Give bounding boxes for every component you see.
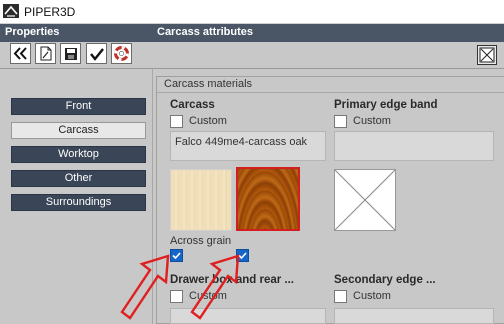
secondary-edge-custom-checkbox[interactable] — [334, 290, 347, 303]
window-titlebar: PIPER3D — [0, 0, 504, 24]
carcass-custom-label: Custom — [189, 115, 227, 127]
nav-worktop-button[interactable]: Worktop — [11, 146, 146, 163]
secondary-edge-custom-label: Custom — [353, 290, 391, 302]
header-strip: Properties Carcass attributes — [0, 24, 504, 42]
carcass-dark-wood-swatch-selected[interactable] — [236, 167, 300, 231]
carcass-materials-title: Carcass materials — [164, 78, 253, 90]
nav-other-button[interactable]: Other — [11, 170, 146, 187]
across-grain-label: Across grain — [170, 235, 232, 247]
primary-edge-empty-swatch[interactable] — [334, 169, 396, 231]
group-divider — [157, 92, 504, 93]
open-button[interactable] — [35, 43, 56, 64]
carcass-section-title: Carcass — [170, 99, 215, 111]
accept-button[interactable] — [86, 43, 107, 64]
main-area: Properties Carcass attributes Front Carc… — [0, 24, 504, 324]
secondary-edge-section-title: Secondary edge ... — [334, 274, 436, 286]
annotation-arrow-icon — [190, 254, 240, 320]
empty-material-icon — [334, 169, 396, 231]
collapse-button[interactable] — [10, 43, 31, 64]
nav-carcass-button[interactable]: Carcass — [11, 122, 146, 139]
checkmark-icon — [89, 47, 104, 61]
lifebuoy-icon — [114, 46, 129, 61]
close-box-icon — [479, 47, 495, 63]
nav-front-button[interactable]: Front — [11, 98, 146, 115]
help-button[interactable] — [111, 43, 132, 64]
app-title: PIPER3D — [24, 5, 76, 19]
carcass-custom-checkbox[interactable] — [170, 115, 183, 128]
carcass-attributes-heading: Carcass attributes — [157, 26, 253, 38]
double-chevron-left-icon — [13, 47, 27, 60]
primary-edge-material-field[interactable] — [334, 131, 494, 161]
close-panel-button[interactable] — [477, 45, 497, 65]
primary-edge-custom-label: Custom — [353, 115, 391, 127]
app-logo-icon — [3, 4, 19, 18]
primary-edge-custom-checkbox[interactable] — [334, 115, 347, 128]
open-document-icon — [40, 46, 51, 61]
save-button[interactable] — [60, 43, 81, 64]
carcass-material-field[interactable]: Falco 449me4-carcass oak — [170, 131, 326, 161]
primary-edge-section-title: Primary edge band — [334, 99, 438, 111]
floppy-disk-icon — [64, 47, 77, 60]
properties-heading: Properties — [5, 26, 60, 38]
carcass-light-oak-swatch[interactable] — [170, 169, 232, 231]
secondary-edge-material-field[interactable] — [334, 308, 494, 324]
nav-surroundings-button[interactable]: Surroundings — [11, 194, 146, 211]
annotation-arrow-icon — [120, 254, 170, 320]
